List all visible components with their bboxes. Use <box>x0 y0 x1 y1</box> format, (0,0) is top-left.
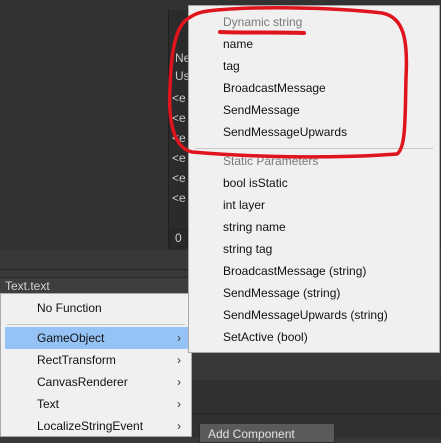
chevron-right-icon: › <box>177 397 181 411</box>
menu-item-no-function[interactable]: No Function <box>5 297 189 319</box>
submenu-item-setactive-bool[interactable]: SetActive (bool) <box>223 326 308 348</box>
chevron-right-icon: › <box>177 419 181 433</box>
add-component-button[interactable]: Add Component <box>199 423 335 443</box>
inspector-peek-row: <e <box>172 131 186 145</box>
menu-item-label: Text <box>37 397 60 411</box>
event-header-label: Text.text <box>5 279 50 293</box>
submenu-item-sendmessageupwards-string[interactable]: SendMessageUpwards (string) <box>223 304 388 326</box>
menu-item-label: GameObject <box>37 331 105 345</box>
function-context-menu: No Function GameObject › RectTransform ›… <box>0 293 192 437</box>
submenu-item-sendmessageupwards[interactable]: SendMessageUpwards <box>223 121 347 143</box>
submenu-item-name[interactable]: name <box>223 33 253 55</box>
submenu-item-string-tag[interactable]: string tag <box>223 238 272 260</box>
inspector-peek-row: <e <box>172 91 186 105</box>
static-parameters-header: Static Parameters <box>223 154 319 168</box>
submenu-item-broadcastmessage-string[interactable]: BroadcastMessage (string) <box>223 260 366 282</box>
submenu-item-tag[interactable]: tag <box>223 55 240 77</box>
inspector-peek-row: <e <box>172 151 186 165</box>
add-component-label: Add Component <box>208 427 295 441</box>
inspector-bottom-line <box>192 413 441 414</box>
submenu-item-sendmessage-string[interactable]: SendMessage (string) <box>223 282 340 304</box>
menu-item-localizestringevent[interactable]: LocalizeStringEvent › <box>5 415 189 437</box>
menu-item-canvasrenderer[interactable]: CanvasRenderer › <box>5 371 189 393</box>
submenu-item-broadcastmessage[interactable]: BroadcastMessage <box>223 77 326 99</box>
chevron-right-icon: › <box>177 353 181 367</box>
menu-item-recttransform[interactable]: RectTransform › <box>5 349 189 371</box>
chevron-right-icon: › <box>177 375 181 389</box>
int-field[interactable]: 0 <box>170 229 188 247</box>
submenu-item-bool-isstatic[interactable]: bool isStatic <box>223 172 288 194</box>
gameobject-submenu: Dynamic string name tag BroadcastMessage… <box>188 5 440 353</box>
submenu-separator <box>195 148 433 149</box>
dynamic-string-header: Dynamic string <box>223 15 303 29</box>
menu-item-label: CanvasRenderer <box>37 375 128 389</box>
inspector-peek-row: <e <box>172 171 186 185</box>
menu-item-label: No Function <box>37 301 102 315</box>
submenu-item-int-layer[interactable]: int layer <box>223 194 265 216</box>
menu-item-gameobject[interactable]: GameObject › <box>5 327 189 349</box>
menu-item-text[interactable]: Text › <box>5 393 189 415</box>
inspector-peek-row: <e <box>172 111 186 125</box>
chevron-right-icon: › <box>177 331 181 345</box>
menu-item-label: RectTransform <box>37 353 116 367</box>
submenu-item-string-name[interactable]: string name <box>223 216 286 238</box>
inspector-peek-row: <e <box>172 191 186 205</box>
menu-item-label: LocalizeStringEvent <box>37 419 144 433</box>
int-field-value: 0 <box>175 231 182 245</box>
menu-separator <box>7 324 185 325</box>
submenu-item-sendmessage[interactable]: SendMessage <box>223 99 300 121</box>
